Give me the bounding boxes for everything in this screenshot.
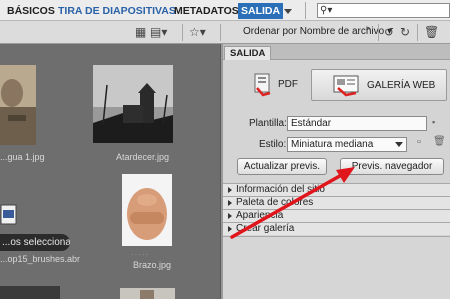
estilo-value: Miniatura mediana [291, 139, 374, 150]
plantilla-select[interactable]: Estándar [287, 116, 427, 131]
expand-triangle-icon [228, 187, 232, 193]
section-create-gallery[interactable]: Crear galería [223, 222, 450, 235]
browser-preview-button[interactable]: Previs. navegador [340, 158, 444, 175]
grid-view-icon[interactable]: ▦ [135, 25, 146, 39]
new-style-icon[interactable]: ▫ [417, 135, 421, 149]
web-gallery-label: GALERÍA WEB [367, 80, 436, 91]
tab-salida[interactable]: SALIDA [224, 46, 272, 60]
output-panel: SALIDA PDF GALERÍA WEB Plantilla: Estánd… [223, 44, 450, 299]
file-icon[interactable] [0, 204, 18, 226]
thumbnail-brazo[interactable] [122, 174, 172, 246]
star-filter-icon[interactable]: ☆▾ [189, 25, 206, 39]
thumbnail-caption: Atardecer.jpg [116, 152, 170, 162]
thumbnail-caption: ...gua 1.jpg [0, 152, 45, 162]
expand-triangle-icon [228, 200, 232, 206]
selection-tooltip: ...os seleccionados [0, 234, 70, 251]
web-gallery-icon [333, 75, 359, 97]
list-view-icon[interactable]: ▤▾ [150, 25, 167, 39]
section-label: Crear galería [236, 223, 295, 234]
workspace-metadatos[interactable]: METADATOS [171, 3, 242, 19]
section-label: Apariencia [236, 210, 284, 221]
panel-empty-area [223, 236, 450, 299]
plantilla-menu-icon[interactable]: ▪ [432, 115, 435, 129]
delete-style-icon[interactable]: 🗑 [433, 135, 446, 149]
workspace-menu-icon[interactable] [282, 3, 294, 19]
expand-triangle-icon [228, 213, 232, 219]
trash-icon[interactable]: 🗑 [424, 25, 439, 39]
thumbnail-atardecer[interactable] [93, 65, 173, 143]
divider [417, 24, 418, 41]
thumbnail-caption: Brazo.jpg [133, 260, 172, 270]
section-label: Paleta de colores [236, 197, 314, 208]
expand-triangle-icon [228, 226, 232, 232]
search-input[interactable]: ⚲▾ [317, 3, 450, 18]
thumbnail-partial[interactable] [120, 288, 175, 299]
view-toolbar: ▦ ▤▾ ☆▾ Ordenar por Nombre de archivo ▾ … [0, 21, 450, 44]
pdf-icon [254, 73, 271, 97]
estilo-label: Estilo: [259, 139, 287, 150]
divider [182, 24, 183, 41]
divider [378, 24, 379, 41]
rating-dots[interactable]: ····· [131, 250, 149, 259]
section-site-info[interactable]: Información del sitio [223, 183, 450, 196]
section-color-palette[interactable]: Paleta de colores [223, 196, 450, 209]
content-grid: ...gua 1.jpg Atardecer.jpg ...os selecci… [0, 44, 220, 299]
thumbnail-partial[interactable] [0, 286, 60, 299]
sort-label: Ordenar por Nombre de archivo [243, 26, 385, 37]
search-icon: ⚲▾ [320, 5, 333, 16]
workspace-basicos[interactable]: BÁSICOS [4, 3, 58, 19]
divider [220, 24, 221, 41]
settings-sections: Información del sitio Paleta de colores … [223, 183, 450, 235]
rotate-right-icon[interactable]: ↻ [400, 25, 410, 39]
section-appearance[interactable]: Apariencia [223, 209, 450, 222]
section-label: Información del sitio [236, 184, 325, 195]
estilo-select[interactable]: Miniatura mediana [287, 137, 407, 152]
panel-tabbar: SALIDA [223, 44, 450, 60]
pdf-label: PDF [278, 79, 298, 90]
plantilla-value: Estándar [291, 118, 332, 129]
workspace-bar: BÁSICOS TIRA DE DIAPOSITIVAS METADATOS S… [0, 0, 450, 21]
workspace-salida[interactable]: SALIDA [238, 3, 284, 19]
thumbnail-portrait[interactable] [0, 65, 36, 145]
divider [305, 2, 306, 19]
thumbnail-caption: ...op15_brushes.abr [0, 254, 81, 264]
chevron-down-icon [395, 142, 403, 147]
web-gallery-button[interactable]: GALERÍA WEB [311, 69, 447, 101]
sort-ascending-icon[interactable]: ⌃ [364, 25, 373, 39]
workspace-tira-diapositivas[interactable]: TIRA DE DIAPOSITIVAS [55, 3, 179, 19]
rotate-left-icon[interactable]: ↺ [384, 25, 394, 39]
refresh-preview-button[interactable]: Actualizar previs. [237, 158, 327, 175]
plantilla-label: Plantilla: [249, 118, 287, 129]
